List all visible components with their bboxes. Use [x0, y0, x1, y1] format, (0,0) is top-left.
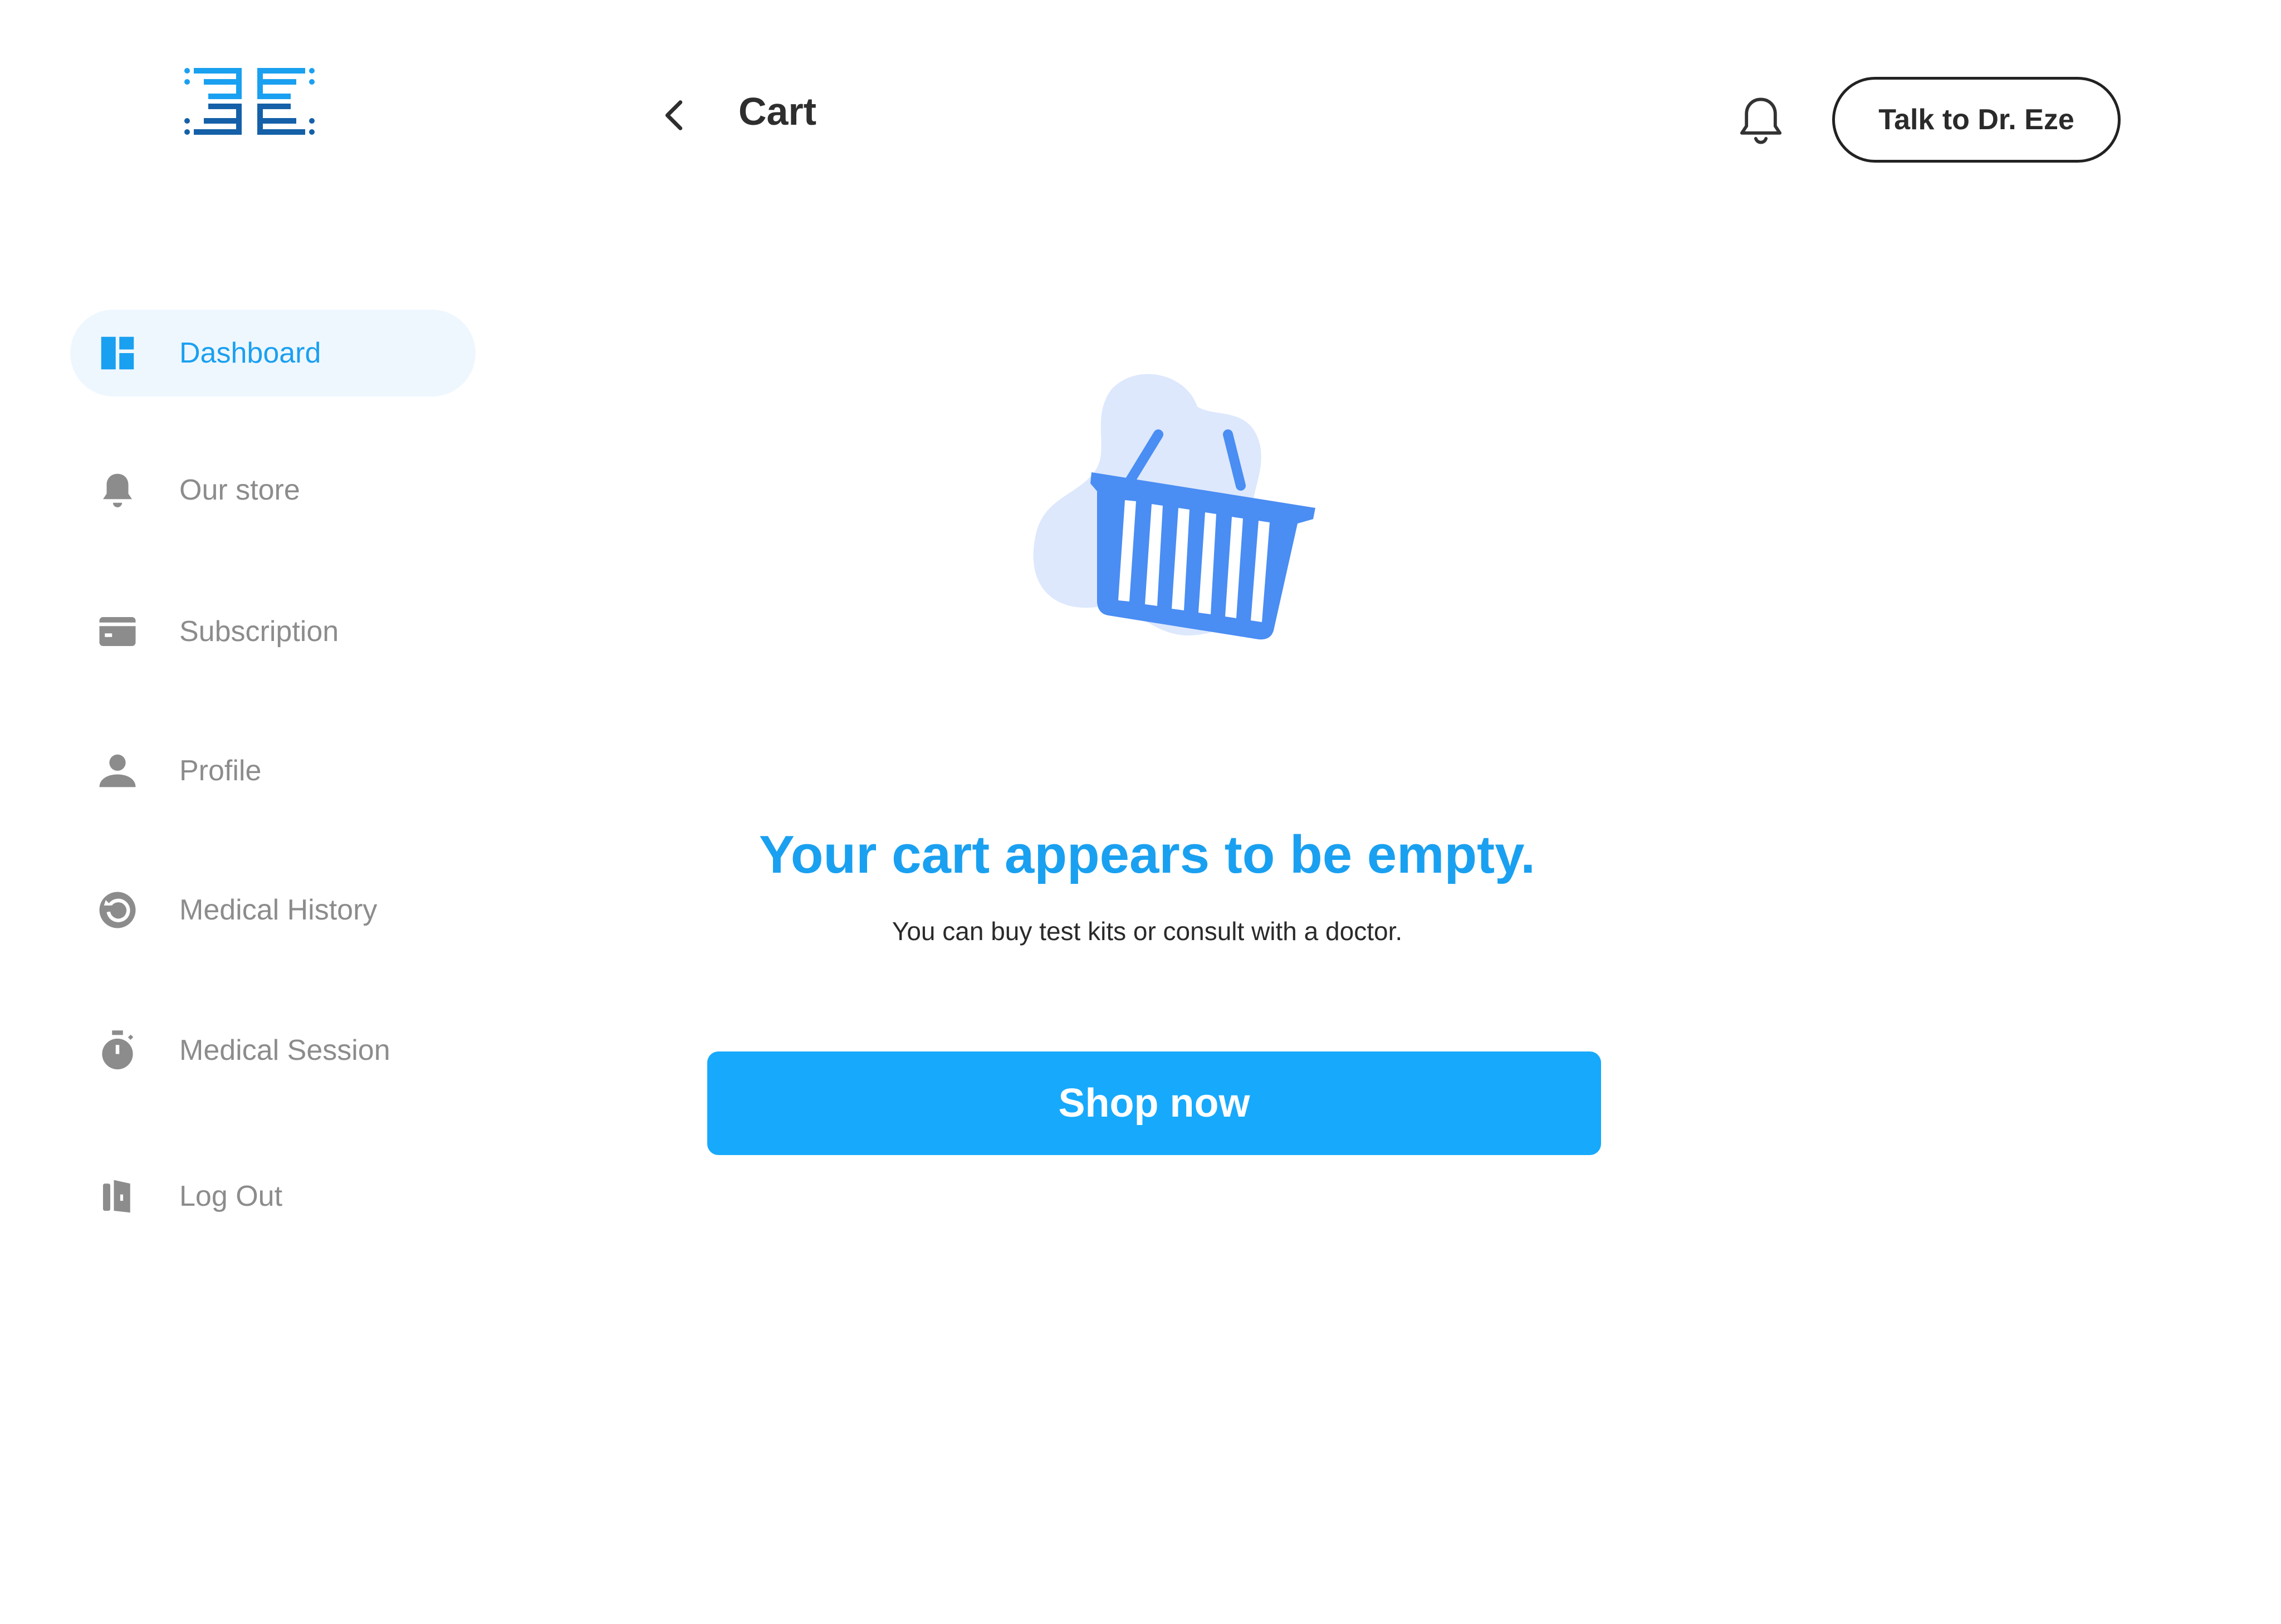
credit-card-icon: [96, 610, 139, 653]
empty-cart-title: Your cart appears to be empty.: [758, 825, 1536, 884]
history-icon: [96, 888, 139, 932]
sidebar-item-label: Profile: [179, 755, 262, 787]
sidebar-item-subscription[interactable]: Subscription: [70, 588, 476, 675]
sidebar-item-profile[interactable]: Profile: [70, 727, 476, 814]
empty-basket-illustration: [1033, 374, 1315, 640]
sidebar-item-dashboard[interactable]: Dashboard: [70, 310, 476, 397]
dashboard-icon: [96, 331, 139, 375]
sidebar-item-medical-session[interactable]: Medical Session: [70, 1007, 476, 1094]
sidebar-item-label: Our store: [179, 474, 300, 506]
sidebar-item-label: Dashboard: [179, 337, 321, 369]
logout-icon: [96, 1175, 139, 1218]
empty-cart-subtitle: You can buy test kits or consult with a …: [892, 917, 1403, 946]
person-icon: [96, 749, 139, 793]
sidebar-item-log-out[interactable]: Log Out: [70, 1153, 476, 1240]
sidebar-item-label: Subscription: [179, 615, 339, 648]
shop-now-button[interactable]: Shop now: [707, 1051, 1601, 1155]
sidebar-item-label: Medical History: [179, 894, 378, 926]
sidebar-item-medical-history[interactable]: Medical History: [70, 867, 476, 953]
talk-to-doctor-button[interactable]: Talk to Dr. Eze: [1832, 77, 2121, 163]
sidebar: Dashboard Our store Subscription Profile…: [0, 0, 501, 1624]
back-arrow-icon[interactable]: [656, 96, 695, 135]
sidebar-item-label: Log Out: [179, 1180, 283, 1212]
page-title: Cart: [738, 90, 817, 133]
sidebar-item-our-store[interactable]: Our store: [70, 447, 476, 534]
sidebar-item-label: Medical Session: [179, 1034, 390, 1067]
bell-icon: [96, 468, 139, 512]
stopwatch-icon: [96, 1029, 139, 1072]
notification-bell-icon[interactable]: [1733, 94, 1789, 149]
